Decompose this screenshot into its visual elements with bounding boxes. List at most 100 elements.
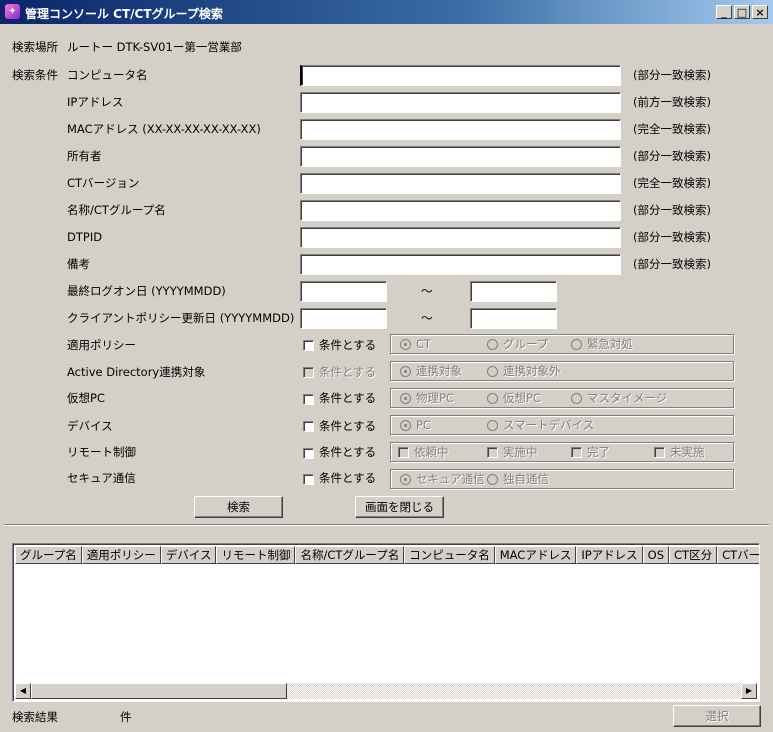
results-list[interactable]: グループ名 適用ポリシー デバイス リモート制御 名称/CTグループ名 コンピュ… [12,543,760,702]
ad-non-target-radio[interactable] [487,366,498,377]
result-count-unit: 件 [120,710,132,724]
location-label: 検索場所 [12,40,58,54]
physical-pc-radio[interactable] [400,393,411,404]
mac-address-input[interactable] [300,119,621,140]
owner-hint: (部分一致検索) [633,149,711,163]
column-name-group[interactable]: 名称/CTグループ名 [295,546,405,564]
group-name-input[interactable] [300,200,621,221]
secure-comm-label: セキュア通信 [67,471,136,485]
dtpid-input[interactable] [300,227,621,248]
select-button[interactable]: 選択 [673,705,761,727]
remote-requested-label: 依頼中 [414,445,449,459]
title-bar: ✦ 管理コンソール CT/CTグループ検索 _ □ × [0,0,773,24]
policy-group-radio[interactable] [487,339,498,350]
remote-done-label: 完了 [587,445,610,459]
window-title: 管理コンソール CT/CTグループ検索 [25,7,223,21]
computer-name-hint: (部分一致検索) [633,68,711,82]
result-count-label: 検索結果 [12,710,58,724]
virtual-pc-option-label: 仮想PC [503,391,541,405]
column-applied-policy[interactable]: 適用ポリシー [81,546,161,564]
remote-requested-checkbox[interactable] [398,447,409,458]
last-logon-label: 最終ログオン日 (YYYYMMDD) [67,284,226,298]
ad-target-radio[interactable] [400,366,411,377]
close-window-button[interactable]: × [752,5,768,19]
last-logon-from-input[interactable] [300,281,387,302]
scroll-left-icon[interactable]: ◀ [15,683,31,699]
remote-control-checkbox-label: 条件とする [319,445,377,459]
last-logon-range-sep: ～ [421,284,433,298]
minimize-button[interactable]: _ [716,5,732,19]
device-smart-radio[interactable] [487,420,498,431]
remote-in-progress-label: 実施中 [503,445,538,459]
ip-address-input[interactable] [300,92,621,113]
maximize-button[interactable]: □ [734,5,750,19]
ct-version-hint: (完全一致検索) [633,176,711,190]
remarks-label: 備考 [67,257,90,271]
column-mac-address[interactable]: MACアドレス [494,546,577,564]
virtual-pc-radio[interactable] [487,393,498,404]
mac-address-label: MACアドレス (XX-XX-XX-XX-XX-XX) [67,122,261,136]
policy-updated-range-sep: ～ [421,311,433,325]
secure-comm-checkbox[interactable] [303,474,314,485]
policy-updated-to-input[interactable] [470,308,557,329]
computer-name-input[interactable] [300,65,621,86]
remote-not-done-checkbox[interactable] [654,447,665,458]
policy-ct-label: CT [416,337,432,351]
device-smart-label: スマートデバイス [503,418,595,432]
device-checkbox-label: 条件とする [319,419,377,433]
ip-address-hint: (前方一致検索) [633,95,711,109]
remote-control-checkbox[interactable] [303,448,314,459]
scroll-right-icon[interactable]: ▶ [741,683,757,699]
applied-policy-checkbox-label: 条件とする [319,338,377,352]
close-screen-button[interactable]: 画面を閉じる [355,496,444,518]
applied-policy-checkbox[interactable] [303,340,314,351]
applied-policy-label: 適用ポリシー [67,338,136,352]
secure-comm-group: セキュア通信 独自通信 [390,469,735,490]
column-group-name[interactable]: グループ名 [15,546,82,564]
secure-comm-radio[interactable] [400,474,411,485]
device-pc-label: PC [416,418,431,432]
app-icon: ✦ [5,4,20,19]
own-comm-label: 独自通信 [503,472,549,486]
column-ct-type[interactable]: CT区分 [669,546,718,564]
remote-done-checkbox[interactable] [571,447,582,458]
virtual-pc-checkbox-label: 条件とする [319,391,377,405]
ad-sync-checkbox[interactable] [303,367,314,378]
mac-address-hint: (完全一致検索) [633,122,711,136]
remarks-input[interactable] [300,254,621,275]
physical-pc-label: 物理PC [416,391,454,405]
search-button[interactable]: 検索 [194,496,283,518]
scroll-track[interactable] [287,683,741,699]
device-checkbox[interactable] [303,421,314,432]
computer-name-label: コンピュータ名 [67,68,148,82]
location-path: ルートー DTK-SV01ー第一営業部 [67,40,242,54]
device-pc-radio[interactable] [400,420,411,431]
policy-ct-radio[interactable] [400,339,411,350]
own-comm-radio[interactable] [487,474,498,485]
virtual-pc-label: 仮想PC [67,391,105,405]
ad-sync-group: 連携対象 連携対象外 [390,361,735,382]
master-image-radio[interactable] [571,393,582,404]
remote-in-progress-checkbox[interactable] [487,447,498,458]
ct-version-input[interactable] [300,173,621,194]
ip-address-label: IPアドレス [67,95,124,109]
policy-updated-from-input[interactable] [300,308,387,329]
policy-group-label: グループ [503,337,549,351]
column-ip-address[interactable]: IPアドレス [576,546,643,564]
column-os[interactable]: OS [642,546,670,564]
owner-label: 所有者 [67,149,102,163]
column-device[interactable]: デバイス [160,546,217,564]
owner-input[interactable] [300,146,621,167]
group-name-label: 名称/CTグループ名 [67,203,166,217]
scroll-thumb[interactable] [31,683,287,699]
remote-control-label: リモート制御 [67,445,136,459]
column-computer-name[interactable]: コンピュータ名 [404,546,495,564]
column-ct-version[interactable]: CTバー [717,546,759,564]
last-logon-to-input[interactable] [470,281,557,302]
policy-emergency-radio[interactable] [571,339,582,350]
dtpid-hint: (部分一致検索) [633,230,711,244]
virtual-pc-checkbox[interactable] [303,394,314,405]
column-remote-control[interactable]: リモート制御 [216,546,296,564]
remarks-hint: (部分一致検索) [633,257,711,271]
horizontal-scrollbar[interactable]: ◀ ▶ [15,683,757,699]
